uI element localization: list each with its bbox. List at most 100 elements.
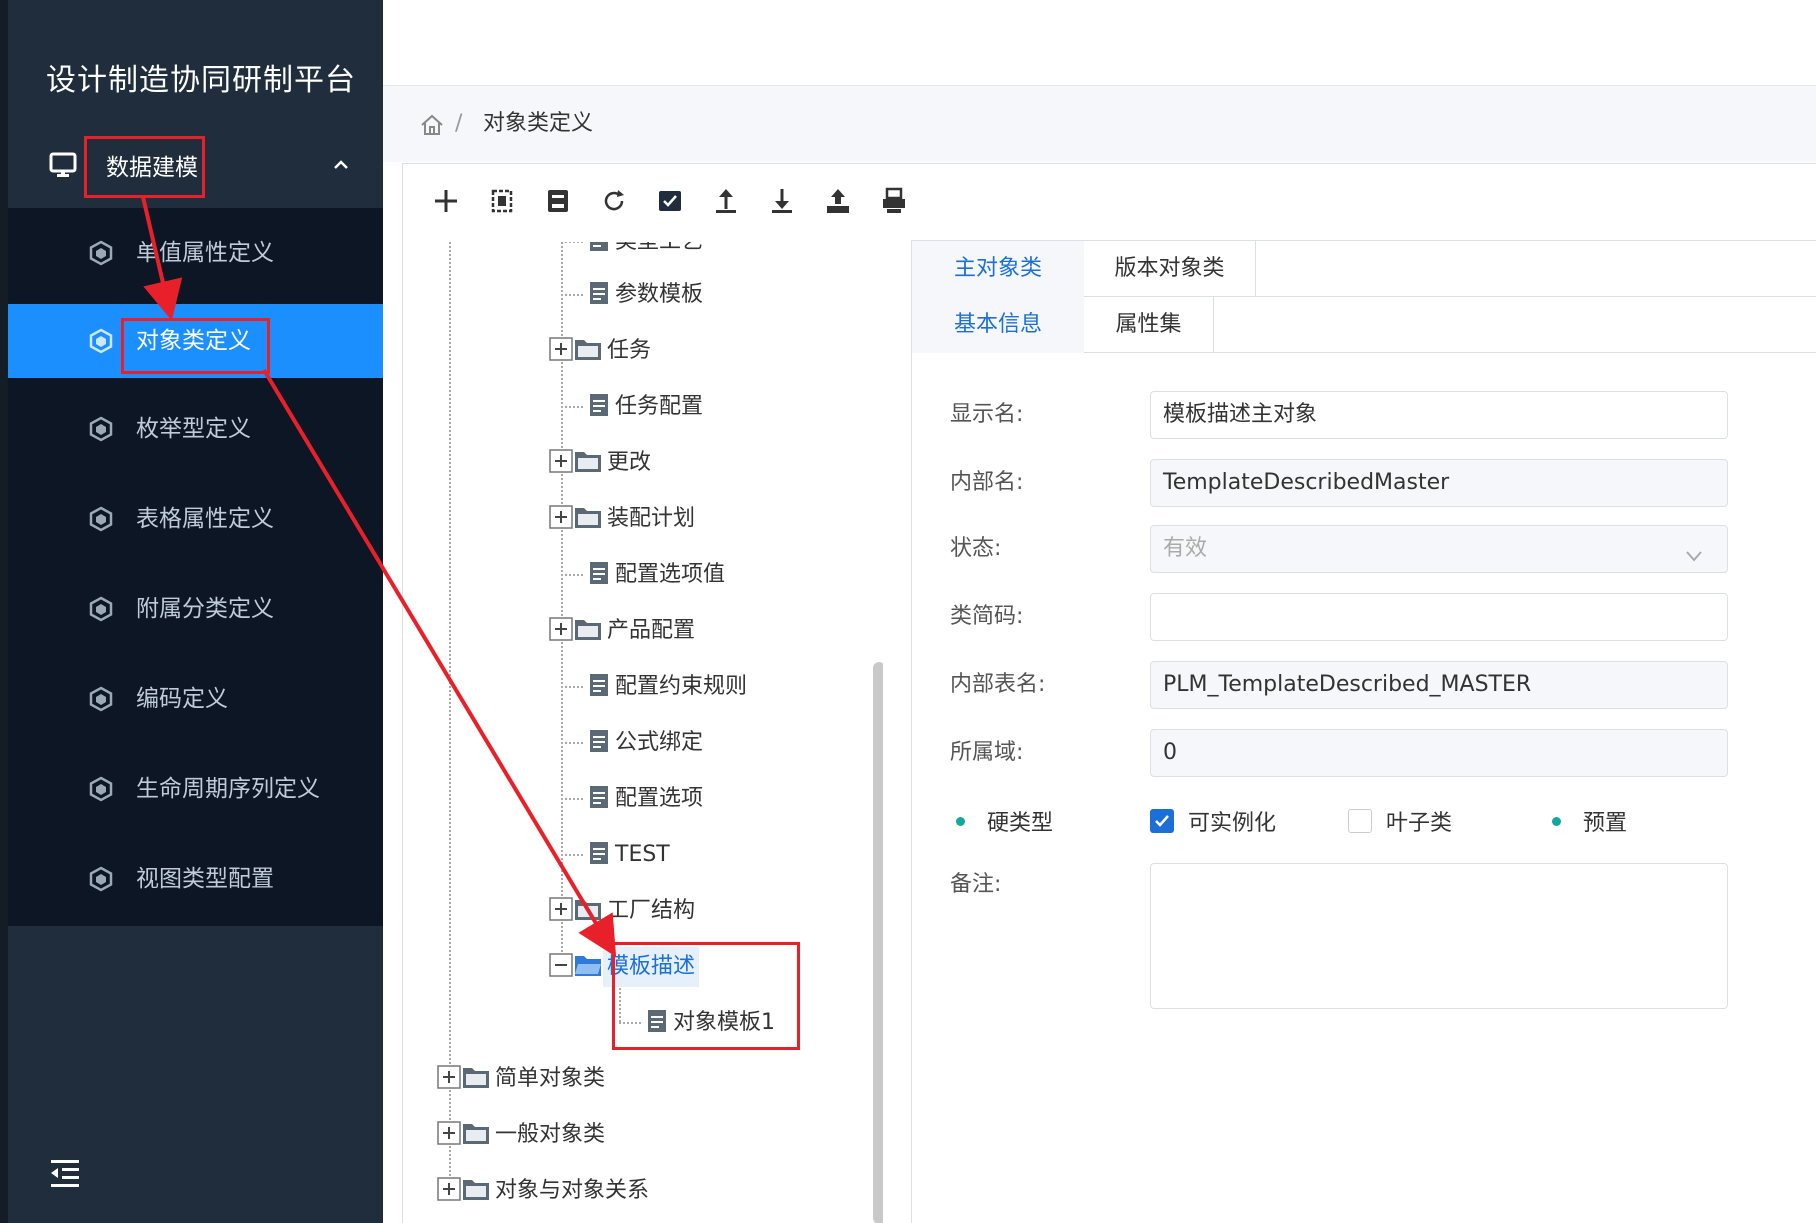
sidebar: 设计制造协同研制平台 数据建模 单值属性定义 对象类定义 枚举型定义 表格属性定… <box>0 0 383 1223</box>
expand-icon[interactable] <box>437 1177 461 1205</box>
tree-node[interactable]: 产品配置 <box>549 611 699 651</box>
field-label: 显示名: <box>950 402 1024 427</box>
print-button[interactable] <box>877 186 911 220</box>
tree-node-selected[interactable]: 模板描述 <box>549 947 700 987</box>
tab-basic-info[interactable]: 基本信息 <box>912 297 1084 353</box>
expand-icon[interactable] <box>549 337 573 365</box>
tree-node[interactable]: 参数模板 <box>561 275 707 315</box>
download-icon <box>768 187 796 219</box>
field-table-name: 内部表名: PLM_TemplateDescribed_MASTER <box>912 661 1816 709</box>
tree-node[interactable]: 更改 <box>549 443 655 483</box>
breadcrumb-separator: / <box>455 111 463 136</box>
sidebar-item-code[interactable]: 编码定义 <box>8 662 383 736</box>
checkbox-unchecked-icon[interactable] <box>1348 809 1372 833</box>
toolbar <box>403 164 1816 242</box>
tree-node[interactable]: 任务 <box>549 331 655 371</box>
tree-node[interactable]: 对象与对象关系 <box>437 1171 653 1211</box>
sidebar-item-lifecycle[interactable]: 生命周期序列定义 <box>8 752 383 826</box>
upload-button[interactable] <box>709 186 743 220</box>
expand-icon[interactable] <box>549 449 573 477</box>
tree-node[interactable]: 一般对象类 <box>437 1115 609 1155</box>
tree-node[interactable]: 配置选项 <box>561 779 707 819</box>
instantiable-label: 可实例化 <box>1188 811 1277 836</box>
leaf-class-label: 叶子类 <box>1386 811 1453 836</box>
tree-connector <box>619 1022 641 1024</box>
tree-node-label: 配置选项 <box>615 786 704 811</box>
table-name-input[interactable]: PLM_TemplateDescribed_MASTER <box>1150 661 1728 709</box>
tree-node-label: 对象与对象关系 <box>495 1178 650 1203</box>
sidebar-item-enum[interactable]: 枚举型定义 <box>8 392 383 466</box>
file-icon <box>587 560 611 590</box>
tree-node[interactable]: 配置约束规则 <box>561 667 751 707</box>
sidebar-group-label: 数据建模 <box>106 155 198 181</box>
notes-textarea[interactable] <box>1150 863 1728 1009</box>
add-button[interactable] <box>429 186 463 220</box>
refresh-icon <box>600 187 628 219</box>
tree-node[interactable]: 简单对象类 <box>437 1059 609 1099</box>
sidebar-item-view-type[interactable]: 视图类型配置 <box>8 842 383 916</box>
cube-icon <box>88 416 114 448</box>
save-icon <box>544 187 572 219</box>
expand-icon[interactable] <box>437 1065 461 1093</box>
hard-type-label: 硬类型 <box>987 811 1054 836</box>
tree-node[interactable]: 装配计划 <box>549 499 699 539</box>
sidebar-item-object-class[interactable]: 对象类定义 <box>8 304 383 378</box>
checkbox-checked-icon[interactable] <box>1150 809 1174 833</box>
breadcrumb: / 对象类定义 <box>383 86 1816 162</box>
file-icon <box>587 672 611 702</box>
tree-node-label: 任务 <box>607 338 652 363</box>
tree-node[interactable]: 公式绑定 <box>561 723 707 763</box>
tab-version-object-class[interactable]: 版本对象类 <box>1084 241 1256 297</box>
display-name-input[interactable]: 模板描述主对象 <box>1150 391 1728 439</box>
copy-button[interactable] <box>485 186 519 220</box>
folder-icon <box>573 448 603 478</box>
sidebar-item-table-attr[interactable]: 表格属性定义 <box>8 482 383 556</box>
export-button[interactable] <box>821 186 855 220</box>
tab-main-object-class[interactable]: 主对象类 <box>912 241 1084 297</box>
expand-icon[interactable] <box>437 1121 461 1149</box>
file-icon <box>587 784 611 814</box>
sidebar-edge <box>0 0 8 1223</box>
tree-node[interactable]: 类型工艺 <box>561 242 707 262</box>
class-code-input[interactable] <box>1150 593 1728 641</box>
status-dot <box>1552 816 1561 826</box>
tree-node[interactable]: TEST <box>561 835 674 875</box>
leaf-class-checkbox[interactable]: 叶子类 <box>1348 801 1452 841</box>
field-label: 内部表名: <box>950 672 1046 697</box>
expand-icon[interactable] <box>549 617 573 645</box>
tree-node[interactable]: 配置选项值 <box>561 555 729 595</box>
tree-connector <box>561 406 583 408</box>
tree-node[interactable]: 对象模板1 <box>619 1003 779 1043</box>
sidebar-item-label: 对象类定义 <box>136 328 251 354</box>
sidebar-item-single-attr[interactable]: 单值属性定义 <box>8 216 383 290</box>
folder-icon <box>573 504 603 534</box>
refresh-button[interactable] <box>597 186 631 220</box>
home-icon[interactable] <box>419 112 445 142</box>
collapse-icon[interactable] <box>549 953 573 981</box>
tree-node[interactable]: 工厂结构 <box>549 891 699 931</box>
monitor-icon <box>48 150 78 184</box>
domain-input[interactable]: 0 <box>1150 729 1728 777</box>
tab-attribute-set[interactable]: 属性集 <box>1084 297 1214 353</box>
tree-node-label: TEST <box>615 842 670 867</box>
internal-name-input[interactable]: TemplateDescribedMaster <box>1150 459 1728 507</box>
instantiable-checkbox[interactable]: 可实例化 <box>1150 801 1276 841</box>
check-button[interactable] <box>653 186 687 220</box>
expand-icon[interactable] <box>549 505 573 533</box>
field-class-code: 类简码: <box>912 593 1816 641</box>
expand-icon[interactable] <box>549 897 573 925</box>
tree-scrollbar[interactable] <box>873 662 883 1223</box>
sidebar-item-label: 附属分类定义 <box>136 596 274 622</box>
collapse-menu-icon[interactable] <box>48 1156 82 1194</box>
sidebar-item-sub-classification[interactable]: 附属分类定义 <box>8 572 383 646</box>
status-select[interactable]: 有效 <box>1150 525 1728 573</box>
save-button[interactable] <box>541 186 575 220</box>
folder-icon <box>461 1064 491 1094</box>
tree-connector <box>561 242 583 243</box>
tree-node[interactable]: 任务配置 <box>561 387 707 427</box>
sidebar-group-data-modeling[interactable]: 数据建模 <box>8 128 383 208</box>
cube-icon <box>88 686 114 718</box>
notes-label: 备注: <box>950 872 1002 897</box>
download-button[interactable] <box>765 186 799 220</box>
chevron-up-icon[interactable] <box>330 154 352 180</box>
